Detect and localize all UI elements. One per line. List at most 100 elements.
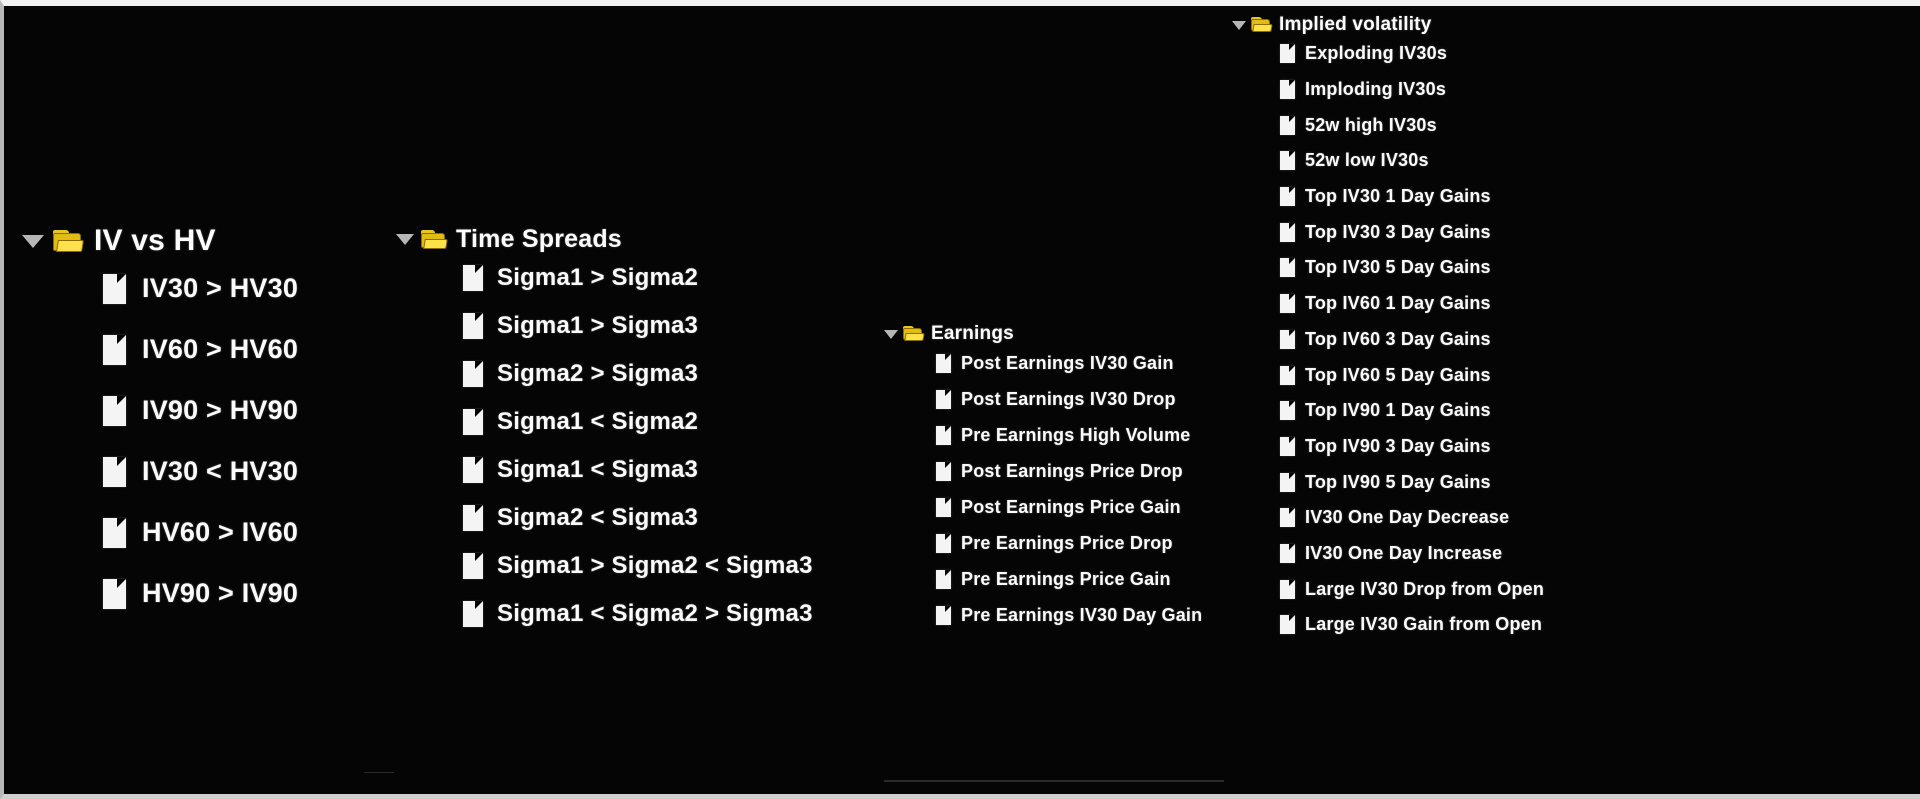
document-icon [936, 425, 951, 445]
tree-item[interactable]: Exploding IV30s [1280, 36, 1544, 72]
tree-item[interactable]: Pre Earnings Price Gain [936, 561, 1202, 597]
document-icon [1280, 294, 1295, 314]
tree-item-label: Pre Earnings IV30 Day Gain [961, 604, 1203, 625]
triangle-down-icon[interactable] [1232, 20, 1246, 30]
tree-item[interactable]: Pre Earnings IV30 Day Gain [936, 597, 1202, 633]
tree-item[interactable]: Top IV30 1 Day Gains [1280, 179, 1544, 215]
tree-item[interactable]: IV30 > HV30 [103, 258, 298, 319]
tree-item[interactable]: Post Earnings Price Drop [936, 453, 1202, 489]
tree-item[interactable]: Large IV30 Gain from Open [1280, 607, 1544, 643]
document-icon [463, 553, 483, 579]
tree-item[interactable]: IV90 > HV90 [103, 380, 298, 441]
tree-item-label: IV30 One Day Decrease [1305, 507, 1510, 528]
tree-group-implied-volatility: Implied volatility Exploding IV30s Implo… [1232, 14, 1544, 643]
triangle-down-icon[interactable] [884, 329, 898, 339]
tree-item-label: Top IV60 1 Day Gains [1305, 293, 1491, 314]
divider-line [884, 780, 1224, 782]
document-icon [1280, 329, 1295, 349]
tree-item[interactable]: Large IV30 Drop from Open [1280, 571, 1544, 607]
document-icon [936, 497, 951, 517]
tree-item[interactable]: Post Earnings IV30 Gain [936, 345, 1202, 381]
document-icon [1280, 222, 1295, 242]
document-icon [103, 273, 126, 304]
tree-item[interactable]: Pre Earnings High Volume [936, 417, 1202, 453]
document-icon [1280, 365, 1295, 385]
document-icon [936, 353, 951, 373]
tree-item-label: 52w high IV30s [1305, 114, 1437, 135]
tree-item[interactable]: Top IV60 1 Day Gains [1280, 286, 1544, 322]
tree-item[interactable]: Sigma1 < Sigma3 [463, 446, 813, 494]
tree-item[interactable]: Sigma1 > Sigma2 [463, 254, 813, 302]
tree-item-label: IV90 > HV90 [142, 395, 299, 425]
tree-item-label: Large IV30 Drop from Open [1305, 578, 1545, 599]
document-icon [1280, 615, 1295, 635]
document-icon [103, 517, 126, 548]
tree-item[interactable]: Top IV30 3 Day Gains [1280, 214, 1544, 250]
tree-item[interactable]: IV30 One Day Decrease [1280, 500, 1544, 536]
tree-item[interactable]: Sigma1 < Sigma2 > Sigma3 [463, 590, 813, 638]
tree-item-label: Top IV30 1 Day Gains [1305, 186, 1491, 207]
tree-item[interactable]: 52w high IV30s [1280, 107, 1544, 143]
tree-item[interactable]: Post Earnings IV30 Drop [936, 381, 1202, 417]
tree-item-label: IV30 < HV30 [142, 456, 299, 486]
tree-item[interactable]: Post Earnings Price Gain [936, 489, 1202, 525]
open-folder-icon [421, 229, 448, 250]
document-icon [463, 313, 483, 339]
folder-label: Time Spreads [456, 225, 622, 253]
tree-item-label: Post Earnings IV30 Gain [961, 352, 1174, 373]
tree-group-iv-vs-hv: IV vs HV IV30 > HV30 IV60 > HV60 IV90 > … [22, 224, 298, 624]
tree-item[interactable]: HV90 > IV90 [103, 563, 298, 624]
folder-row-time-spreads[interactable]: Time Spreads [396, 225, 813, 254]
tree-item-label: HV60 > IV60 [142, 517, 299, 547]
document-icon [1280, 258, 1295, 278]
document-icon [103, 456, 126, 487]
document-icon [103, 578, 126, 609]
tree-item[interactable]: 52w low IV30s [1280, 143, 1544, 179]
document-icon [1280, 508, 1295, 528]
document-icon [463, 457, 483, 483]
tree-item[interactable]: Sigma1 > Sigma2 < Sigma3 [463, 542, 813, 590]
document-icon [103, 334, 126, 365]
document-icon [1280, 579, 1295, 599]
tree-item[interactable]: Pre Earnings Price Drop [936, 525, 1202, 561]
tree-item[interactable]: Top IV60 3 Day Gains [1280, 322, 1544, 358]
document-icon [936, 389, 951, 409]
tree-item[interactable]: Sigma1 < Sigma2 [463, 398, 813, 446]
tree-item[interactable]: Sigma2 > Sigma3 [463, 350, 813, 398]
document-icon [1280, 436, 1295, 456]
folder-label: Earnings [931, 323, 1014, 344]
folder-row-earnings[interactable]: Earnings [884, 323, 1202, 345]
tree-item-label: Pre Earnings High Volume [961, 424, 1191, 445]
tree-item[interactable]: Sigma2 < Sigma3 [463, 494, 813, 542]
tree-item[interactable]: Top IV90 3 Day Gains [1280, 429, 1544, 465]
document-icon [1280, 472, 1295, 492]
document-icon [103, 395, 126, 426]
tree-item[interactable]: Sigma1 > Sigma3 [463, 302, 813, 350]
document-icon [463, 505, 483, 531]
tree-item[interactable]: IV30 One Day Increase [1280, 536, 1544, 572]
tree-item[interactable]: Top IV60 5 Day Gains [1280, 357, 1544, 393]
document-icon [936, 605, 951, 625]
document-icon [1280, 115, 1295, 135]
tree-group-earnings: Earnings Post Earnings IV30 Gain Post Ea… [884, 323, 1202, 633]
folder-row-iv-vs-hv[interactable]: IV vs HV [22, 224, 298, 258]
tree-item-label: Post Earnings Price Drop [961, 460, 1183, 481]
tree-item-label: Top IV30 3 Day Gains [1305, 221, 1491, 242]
tree-item[interactable]: IV30 < HV30 [103, 441, 298, 502]
tree-item[interactable]: HV60 > IV60 [103, 502, 298, 563]
tree-item[interactable]: Top IV90 1 Day Gains [1280, 393, 1544, 429]
tree-item[interactable]: Top IV90 5 Day Gains [1280, 464, 1544, 500]
tree-item[interactable]: Imploding IV30s [1280, 72, 1544, 108]
document-icon [1280, 187, 1295, 207]
tree-item[interactable]: Top IV30 5 Day Gains [1280, 250, 1544, 286]
folder-row-implied-volatility[interactable]: Implied volatility [1232, 14, 1544, 36]
tree-item-label: Sigma2 > Sigma3 [497, 360, 699, 387]
triangle-down-icon[interactable] [22, 234, 44, 248]
tree-item-label: Top IV60 5 Day Gains [1305, 364, 1491, 385]
tree-item-label: Sigma1 > Sigma3 [497, 312, 699, 339]
tree-item[interactable]: IV60 > HV60 [103, 319, 298, 380]
tree-item-label: Top IV90 5 Day Gains [1305, 471, 1491, 492]
document-icon [463, 361, 483, 387]
tree-item-label: Sigma2 < Sigma3 [497, 504, 699, 531]
triangle-down-icon[interactable] [396, 234, 414, 245]
